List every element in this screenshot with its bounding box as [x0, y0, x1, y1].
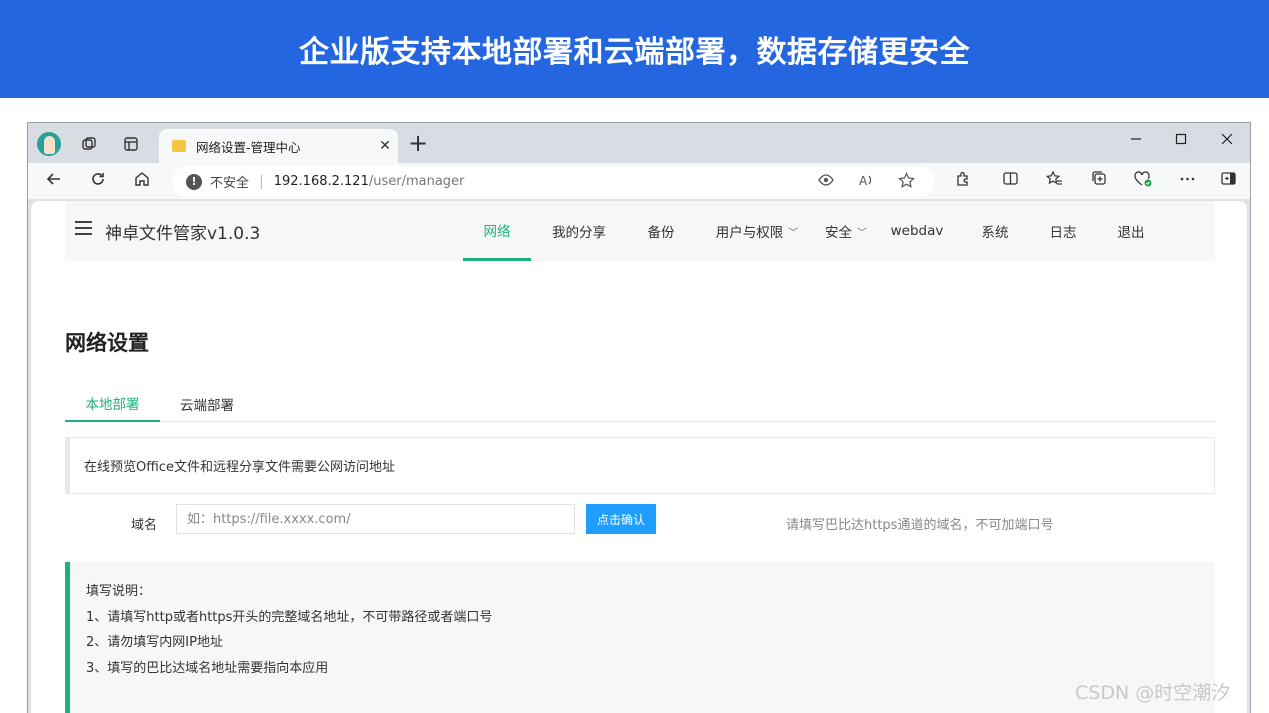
home-icon[interactable]: [130, 170, 154, 192]
domain-input[interactable]: [176, 504, 575, 534]
help-item: 1、请填写http或者https开头的完整域名地址，不可带路径或者端口号: [86, 609, 493, 625]
warning-icon: !: [186, 173, 202, 190]
extensions-icon[interactable]: [950, 170, 974, 192]
address-bar[interactable]: ! 不安全 | 192.168.2.121/user/manager A: [172, 166, 934, 197]
help-item: 2、请勿填写内网IP地址: [86, 635, 223, 650]
nav-item-network[interactable]: 网络: [463, 201, 531, 261]
sidebar-icon[interactable]: [1216, 170, 1240, 192]
url-path: /user/manager: [368, 174, 465, 189]
split-screen-icon[interactable]: [998, 170, 1022, 192]
svg-text:A: A: [859, 174, 868, 188]
browser-tab-active[interactable]: 网络设置-管理中心 ✕: [159, 129, 398, 163]
nav-item-webdav[interactable]: webdav: [887, 201, 947, 261]
hamburger-menu-icon[interactable]: [75, 221, 92, 235]
new-tab-icon[interactable]: +: [408, 131, 428, 155]
deployment-tabs: 本地部署 云端部署: [65, 385, 1215, 422]
notice-box: 在线预览Office文件和远程分享文件需要公网访问地址: [65, 437, 1215, 494]
nav-item-backup[interactable]: 备份: [631, 201, 691, 261]
insecure-label: 不安全: [210, 176, 250, 191]
chevron-down-icon: ﹀: [857, 227, 867, 239]
browser-essentials-icon[interactable]: [1131, 170, 1155, 192]
profile-avatar-icon[interactable]: [37, 132, 61, 156]
help-box: 填写说明： 1、请填写http或者https开头的完整域名地址，不可带路径或者端…: [65, 562, 1215, 713]
tab-bar: 网络设置-管理中心 ✕ +: [28, 123, 1250, 163]
maximize-icon[interactable]: [1166, 131, 1196, 149]
nav-item-my-shares[interactable]: 我的分享: [541, 201, 617, 261]
address-separator: |: [259, 173, 264, 190]
read-aloud-icon[interactable]: A: [858, 172, 874, 192]
browser-window: 网络设置-管理中心 ✕ + ! 不安全 | 192.168.2.121/user…: [27, 122, 1251, 713]
app-navbar: 神卓文件管家v1.0.3 网络 我的分享 备份 用户与权限 ﹀ 安全 ﹀ webda…: [65, 201, 1215, 261]
nav-item-system[interactable]: 系统: [965, 201, 1025, 261]
refresh-icon[interactable]: [86, 170, 110, 192]
back-icon[interactable]: [42, 170, 66, 192]
domain-hint: 请填写巴比达https通道的域名，不可加端口号: [786, 518, 1054, 533]
help-item: 3、填写的巴比达域名地址需要指向本应用: [86, 660, 329, 676]
minimize-icon[interactable]: [1121, 131, 1151, 149]
eye-icon[interactable]: [818, 172, 834, 192]
page-viewport: 神卓文件管家v1.0.3 网络 我的分享 备份 用户与权限 ﹀ 安全 ﹀ webda…: [31, 201, 1247, 713]
confirm-button[interactable]: 点击确认: [586, 504, 656, 534]
tab-local-deploy[interactable]: 本地部署: [65, 385, 160, 422]
more-icon[interactable]: [1175, 170, 1199, 192]
banner-title: 企业版支持本地部署和云端部署，数据存储更安全: [299, 35, 970, 70]
tab-actions-icon[interactable]: [120, 133, 142, 155]
help-title: 填写说明：: [86, 584, 152, 599]
favorites-icon[interactable]: [1042, 170, 1066, 192]
workspaces-icon[interactable]: [78, 133, 100, 155]
chevron-down-icon: ﹀: [788, 227, 799, 239]
favorite-icon[interactable]: [898, 172, 915, 193]
folder-favicon-icon: [172, 140, 186, 152]
nav-item-security[interactable]: 安全 ﹀: [817, 201, 875, 261]
watermark: CSDN @时空潮汐: [1075, 682, 1231, 704]
browser-toolbar: ! 不安全 | 192.168.2.121/user/manager A: [28, 163, 1250, 199]
close-window-icon[interactable]: [1212, 131, 1242, 149]
page-title: 网络设置: [65, 331, 149, 355]
tab-close-icon[interactable]: ✕: [372, 138, 398, 154]
app-title: 神卓文件管家v1.0.3: [105, 224, 261, 244]
domain-label: 域名: [131, 518, 158, 533]
tab-cloud-deploy[interactable]: 云端部署: [165, 385, 249, 422]
url-host: 192.168.2.121: [273, 174, 369, 189]
banner: 企业版支持本地部署和云端部署，数据存储更安全: [0, 0, 1269, 98]
nav-item-users-permissions[interactable]: 用户与权限 ﹀: [709, 201, 805, 261]
notice-text: 在线预览Office文件和远程分享文件需要公网访问地址: [84, 460, 395, 475]
collections-icon[interactable]: [1087, 170, 1111, 192]
nav-item-logs[interactable]: 日志: [1033, 201, 1093, 261]
tab-title: 网络设置-管理中心: [196, 139, 301, 155]
nav-item-logout[interactable]: 退出: [1101, 201, 1161, 261]
